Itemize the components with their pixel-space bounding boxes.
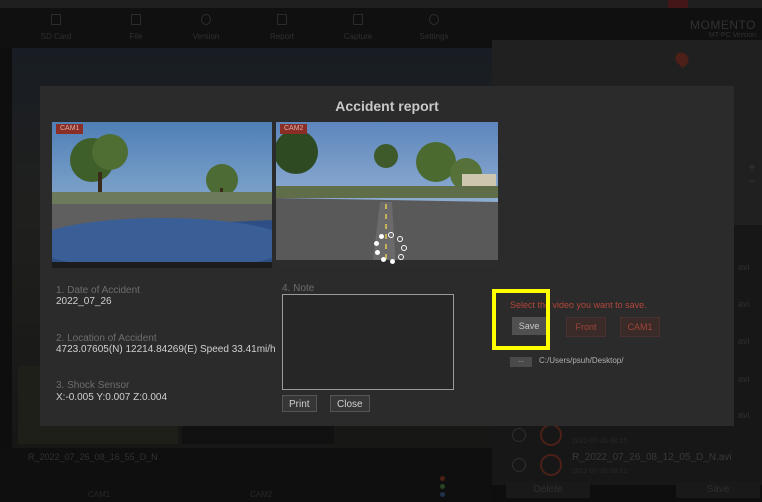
cam1-frame (52, 122, 272, 268)
cam1-video[interactable]: CAM1 (52, 122, 272, 268)
shock-sensor-label: 3. Shock Sensor (56, 380, 130, 391)
save-path-value: C:/Users/psuh/Desktop/ (539, 356, 624, 365)
shock-sensor-value: X:-0.005 Y:0.007 Z:0.004 (56, 392, 168, 403)
cam1-tag: CAM1 (56, 124, 84, 134)
front-option-button[interactable]: Front (566, 317, 606, 337)
highlight-box (492, 289, 550, 350)
cam1-option-button[interactable]: CAM1 (620, 317, 660, 337)
accident-report-dialog: Accident report CAM1 CAM2 1. Date of Acc… (40, 86, 734, 426)
cam2-tag: CAM2 (280, 124, 308, 134)
print-button[interactable]: Print (282, 395, 317, 412)
note-textarea[interactable] (282, 294, 454, 390)
loading-spinner-icon (372, 232, 408, 268)
close-button[interactable]: Close (330, 395, 370, 412)
location-of-accident-value: 4723.07605(N) 12214.84269(E) Speed 33.41… (56, 344, 276, 355)
note-label: 4. Note (282, 283, 315, 294)
dialog-title: Accident report (335, 98, 439, 114)
cam2-video[interactable]: CAM2 (276, 122, 498, 268)
location-of-accident-label: 2. Location of Accident (56, 333, 157, 344)
browse-folder-button[interactable]: ... (510, 357, 532, 367)
date-of-accident-label: 1. Date of Accident (56, 285, 140, 296)
date-of-accident-value: 2022_07_26 (56, 296, 112, 307)
